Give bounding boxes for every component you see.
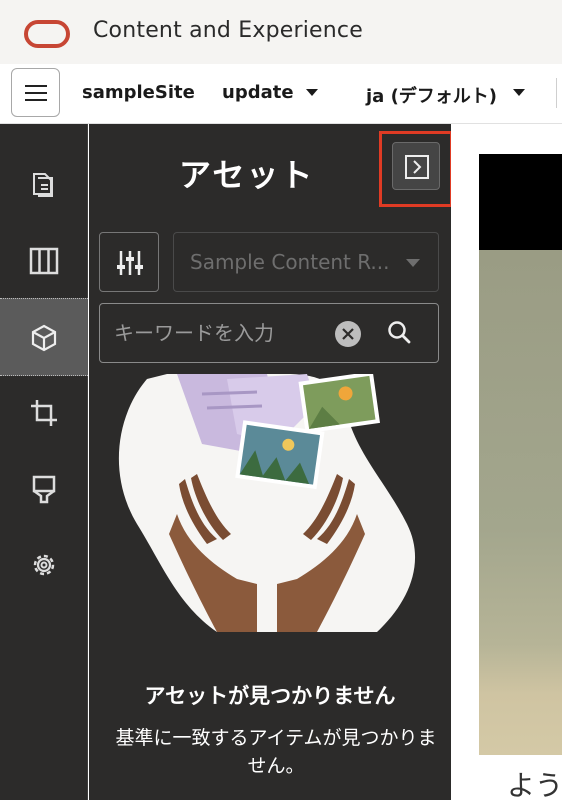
preview-header-block: [479, 154, 562, 250]
title-bar: Content and Experience: [0, 0, 562, 64]
empty-state-description: 基準に一致するアイテムが見つかりません。: [115, 727, 437, 777]
repository-select[interactable]: Sample Content R...: [173, 232, 439, 292]
empty-state-title: アセットが見つかりません: [144, 684, 396, 708]
update-dropdown-label[interactable]: update: [222, 82, 294, 103]
chevron-right-icon: [405, 155, 429, 179]
theme-brush-icon: [32, 475, 56, 504]
rail-item-assets[interactable]: [0, 298, 88, 376]
site-name[interactable]: sampleSite: [82, 82, 195, 103]
search-box: [99, 303, 439, 363]
preview-hero-image: [479, 250, 562, 755]
settings-gear-icon: [33, 554, 55, 576]
empty-state-illustration: [118, 374, 416, 632]
chevron-down-icon: [406, 259, 420, 267]
left-rail: [0, 124, 88, 800]
assets-cube-icon: [31, 324, 57, 352]
crop-icon: [31, 400, 57, 426]
rail-item-crop[interactable]: [0, 374, 88, 452]
app-title: Content and Experience: [93, 18, 363, 43]
language-dropdown-label[interactable]: ja (デフォルト): [366, 82, 497, 108]
preview-heading-text: よう: [507, 769, 562, 800]
rail-item-theme[interactable]: [0, 450, 88, 528]
language-dropdown-chevron-icon[interactable]: [513, 89, 525, 96]
assets-panel: アセット Sample Content R... キーワードを入力 アセットが見…: [89, 124, 453, 800]
site-preview: よう: [451, 124, 562, 800]
collapse-panel-button[interactable]: [392, 142, 440, 190]
layout-columns-icon: [29, 247, 59, 275]
filter-button[interactable]: [99, 232, 159, 292]
search-input[interactable]: [114, 316, 314, 350]
rail-item-settings[interactable]: [0, 526, 88, 604]
close-icon: [342, 328, 354, 340]
clear-search-button[interactable]: [335, 321, 361, 347]
rail-item-pages[interactable]: [0, 146, 88, 224]
hamburger-menu-button[interactable]: [11, 68, 60, 117]
rail-item-layout[interactable]: [0, 222, 88, 300]
search-icon[interactable]: [385, 318, 415, 348]
panel-title: アセット: [179, 156, 315, 194]
repository-select-value: Sample Content R...: [190, 250, 390, 274]
toolbar-divider: [556, 78, 557, 108]
oracle-logo-icon: [24, 20, 70, 48]
pages-icon: [33, 173, 53, 197]
update-dropdown-chevron-icon[interactable]: [306, 89, 318, 96]
site-toolbar: sampleSite update ja (デフォルト): [0, 64, 562, 124]
filter-sliders-icon: [117, 251, 143, 275]
